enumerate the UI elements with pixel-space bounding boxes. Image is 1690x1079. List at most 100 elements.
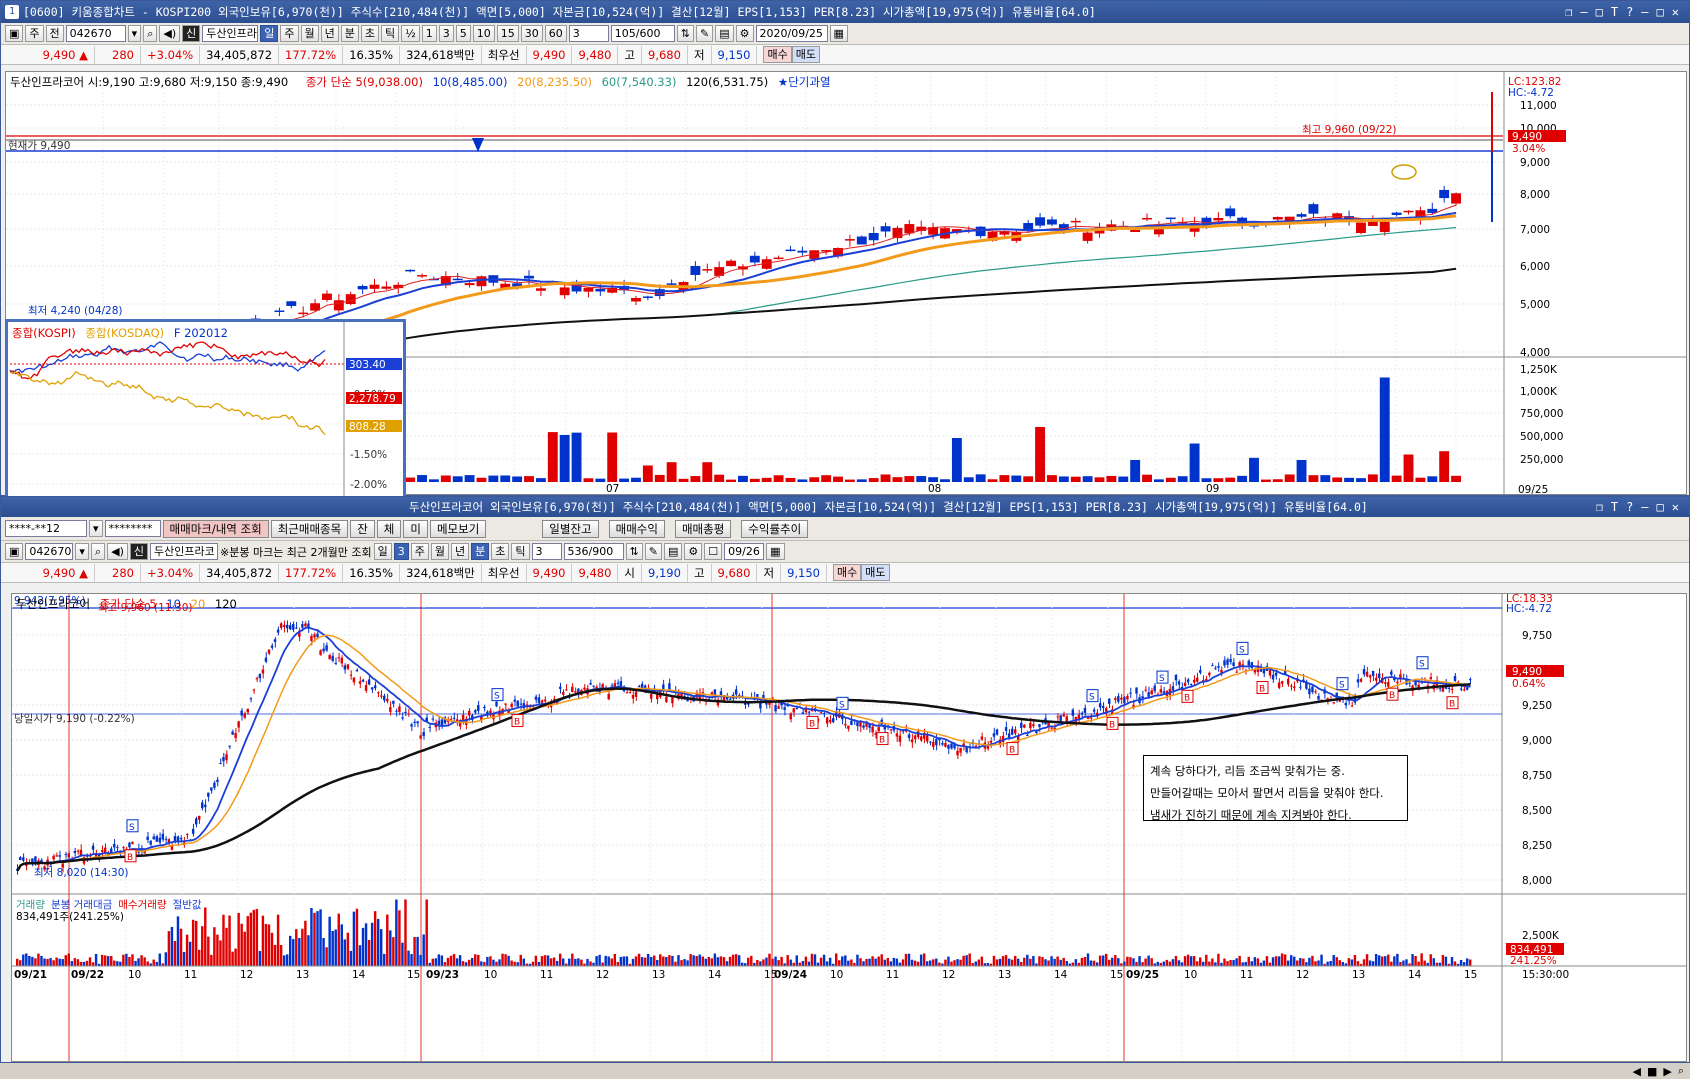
index-inset[interactable]: 0.00%-0.50%-1.00%-1.50%-2.00%303.402,278… (5, 319, 406, 522)
tab-executed[interactable]: 체 (376, 519, 402, 538)
buy-button[interactable]: 매수 (763, 46, 792, 63)
compare-icon[interactable]: ⇅ (676, 25, 695, 42)
interval-tick[interactable]: 틱 (381, 25, 400, 42)
minute-chart-panel[interactable]: 9,7509,5009,2509,0008,7508,5008,2508,000… (11, 593, 1687, 1062)
frac-30[interactable]: 30 (520, 25, 543, 42)
frac-1[interactable]: 1 (421, 25, 437, 42)
help2-icon[interactable]: ? (1626, 500, 1633, 514)
frac-15[interactable]: 15 (496, 25, 519, 42)
count-input[interactable]: 3 (568, 25, 609, 42)
range-input[interactable]: 105/600 (610, 25, 675, 42)
tab-recent-stocks[interactable]: 최근매매종목 (270, 519, 349, 538)
minute-compare-icon[interactable]: ⇅ (625, 543, 643, 560)
prev-select[interactable]: 전 (45, 25, 64, 42)
code-dropdown-icon[interactable]: ▾ (127, 25, 142, 42)
interval-week[interactable]: 주 (280, 25, 299, 42)
trade-profit-button[interactable]: 매매수익 (608, 519, 665, 538)
m-candle-body (1010, 728, 1014, 735)
speaker-icon[interactable]: ◀) (159, 25, 181, 42)
tab-balance[interactable]: 잔 (350, 519, 375, 538)
trade-summary-button[interactable]: 매매총평 (674, 519, 732, 538)
minute-date-input[interactable]: 09/26 (724, 543, 765, 560)
help-icon[interactable]: ? (1626, 5, 1633, 19)
m-sell-button[interactable]: 매도 (861, 564, 890, 581)
minute-interval-minute[interactable]: 분 (471, 543, 490, 560)
min3-icon[interactable]: – (1641, 500, 1648, 514)
minute-interval-count[interactable]: 3 (393, 543, 409, 560)
frac-60[interactable]: 60 (544, 25, 567, 42)
account-dropdown-icon[interactable]: ▾ (89, 520, 103, 537)
interval-month[interactable]: 월 (300, 25, 319, 42)
minute-speaker-icon[interactable]: ◀) (107, 543, 128, 560)
m-volume-bar (510, 960, 513, 966)
m-volume-bar (191, 919, 195, 966)
minute-gear-icon[interactable]: ⚙ (684, 543, 703, 560)
interval-year[interactable]: 년 (320, 25, 339, 42)
frac-half[interactable]: ½ (401, 25, 420, 42)
close-icon[interactable]: ✕ (1672, 5, 1679, 19)
frac-3[interactable]: 3 (438, 25, 454, 42)
m-candle-body (1050, 727, 1053, 729)
minute-save-icon[interactable]: ▤ (663, 543, 683, 560)
minute-interval-tick[interactable]: 틱 (511, 543, 530, 560)
minute-count-input[interactable]: 3 (531, 543, 562, 560)
password-input[interactable]: ******** (104, 520, 161, 537)
zoom-icon[interactable]: ⌕ (1678, 1064, 1684, 1078)
minute-draw-icon[interactable]: ✎ (644, 543, 662, 560)
account-input[interactable]: ****-**12 (5, 520, 87, 537)
return-trend-button[interactable]: 수익률추이 (741, 519, 809, 538)
scroll-right-icon[interactable]: ▶ (1663, 1065, 1671, 1078)
daily-balance-button[interactable]: 일별잔고 (542, 519, 599, 538)
candle-body (369, 284, 380, 289)
memo-box[interactable]: 계속 당하다가, 리듬 조금씩 맞춰가는 중. 만들어갈때는 모아서 팔면서 리… (1143, 755, 1408, 822)
minute-search-icon[interactable]: ⌕ (90, 543, 106, 560)
min2-icon[interactable]: – (1641, 5, 1648, 19)
m-buy-button[interactable]: 매수 (833, 564, 862, 581)
font-icon[interactable]: T (1611, 5, 1618, 19)
tab-trade-marks[interactable]: 매매마크/내역 조회 (162, 519, 269, 538)
minute-interval-second[interactable]: 초 (491, 543, 510, 560)
minute-calendar-icon[interactable]: ▦ (766, 543, 785, 560)
minute-checkbox[interactable]: ☐ (704, 543, 723, 560)
minute-interval-week[interactable]: 주 (410, 543, 429, 560)
code-input[interactable]: 042670 (65, 25, 126, 42)
minute-code-dropdown-icon[interactable]: ▾ (75, 543, 89, 560)
frac-10[interactable]: 10 (472, 25, 495, 42)
frac-5[interactable]: 5 (455, 25, 471, 42)
maximize-icon[interactable]: □ (1596, 5, 1603, 19)
calendar-icon[interactable]: ▦ (829, 25, 848, 42)
window2-menu-icon[interactable]: ▣ (5, 543, 24, 560)
draw-icon[interactable]: ✎ (696, 25, 714, 42)
m-candle-body (1023, 724, 1026, 728)
close2-icon[interactable]: ✕ (1672, 500, 1679, 514)
search-icon[interactable]: ⌕ (143, 25, 158, 42)
period-select[interactable]: 주 (25, 25, 44, 42)
tab-memo[interactable]: 메모보기 (429, 519, 487, 538)
interval-day[interactable]: 일 (260, 25, 279, 42)
sell-button[interactable]: 매도 (791, 46, 820, 63)
minute-interval-month[interactable]: 월 (430, 543, 450, 560)
tab-unfilled[interactable]: 미 (403, 519, 428, 538)
gear-icon[interactable]: ⚙ (735, 25, 754, 42)
minute-interval-day[interactable]: 일 (373, 543, 392, 560)
restore-icon[interactable]: ❐ (1565, 5, 1572, 19)
minute-code-input[interactable]: 042670 (25, 543, 74, 560)
interval-minute[interactable]: 분 (340, 25, 359, 42)
minute-interval-year[interactable]: 년 (451, 543, 470, 560)
scroll-stop-icon[interactable]: ■ (1647, 1065, 1657, 1078)
minute-range-input[interactable]: 536/900 (563, 543, 624, 560)
font2-icon[interactable]: T (1611, 500, 1618, 514)
m-candle-body (1293, 686, 1296, 689)
scroll-left-icon[interactable]: ◀ (1632, 1065, 1640, 1078)
window-menu-icon[interactable]: ▣ (5, 25, 24, 42)
interval-second[interactable]: 초 (360, 25, 379, 42)
date-input[interactable]: 2020/09/25 (755, 25, 828, 42)
restore2-icon[interactable]: ❐ (1596, 500, 1603, 514)
minimize-icon[interactable]: – (1580, 5, 1587, 19)
m-candle-body (1408, 682, 1411, 684)
max2-icon[interactable]: □ (1657, 5, 1664, 19)
max3-icon[interactable]: □ (1657, 500, 1664, 514)
index-inset-chart[interactable]: 0.00%-0.50%-1.00%-1.50%-2.00%303.402,278… (8, 322, 403, 519)
save-icon[interactable]: ▤ (715, 25, 734, 42)
minute-chart[interactable]: 9,7509,5009,2509,0008,7508,5008,2508,000… (12, 594, 1687, 1062)
